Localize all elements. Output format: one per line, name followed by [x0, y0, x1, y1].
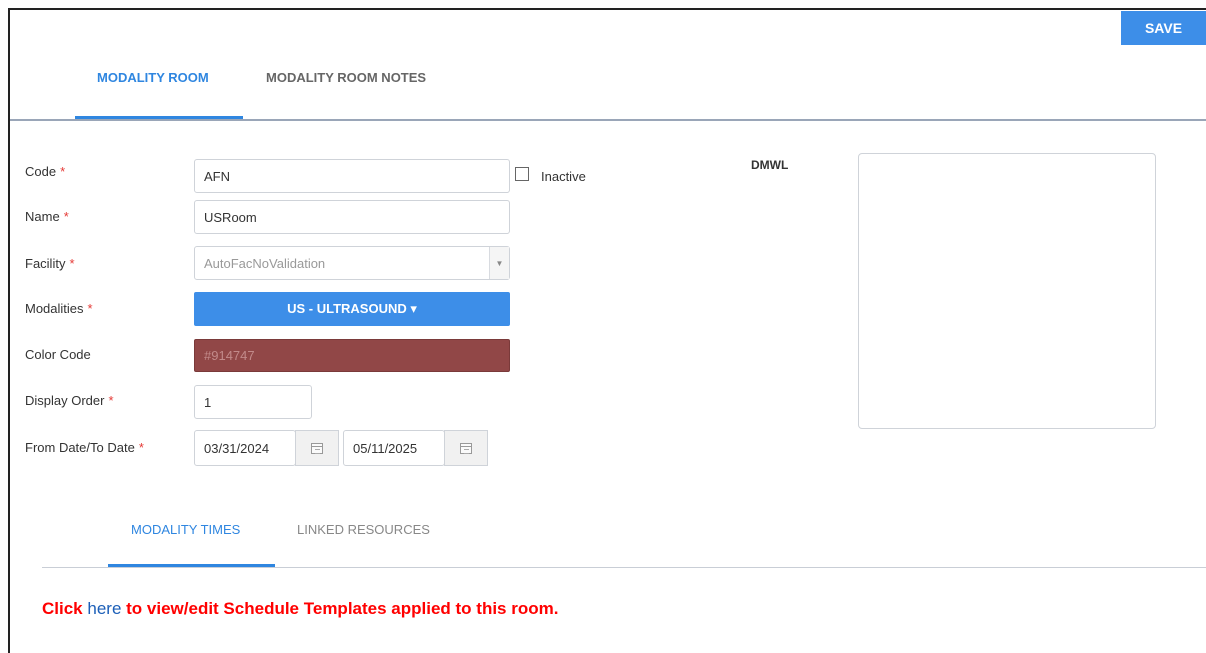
to-date-calendar-button[interactable] [444, 430, 488, 466]
tabs-divider [10, 119, 1206, 121]
chevron-down-icon[interactable]: ▼ [489, 247, 509, 279]
inactive-checkbox[interactable] [515, 167, 529, 181]
facility-label: Facility * [25, 256, 75, 271]
save-button[interactable]: SAVE [1121, 11, 1206, 45]
schedule-templates-message: Click here to view/edit Schedule Templat… [42, 599, 558, 619]
modalities-label: Modalities * [25, 301, 93, 316]
code-input[interactable]: AFN [194, 159, 510, 193]
tab-linked-resources[interactable]: LINKED RESOURCES [297, 522, 430, 537]
code-label: Code * [25, 164, 66, 179]
from-to-date-label: From Date/To Date * [25, 440, 144, 455]
color-code-input[interactable]: #914747 [194, 339, 510, 372]
inactive-label: Inactive [541, 169, 586, 184]
facility-value: AutoFacNoValidation [204, 255, 326, 271]
from-date-calendar-button[interactable] [295, 430, 339, 466]
display-order-input[interactable]: 1 [194, 385, 312, 419]
tab-modality-room-notes[interactable]: MODALITY ROOM NOTES [266, 70, 426, 85]
from-date-input[interactable]: 03/31/2024 [194, 430, 296, 466]
tab-modality-times[interactable]: MODALITY TIMES [131, 522, 240, 537]
calendar-icon [311, 442, 323, 454]
color-code-label: Color Code [25, 347, 91, 362]
facility-select[interactable]: AutoFacNoValidation ▼ [194, 246, 510, 280]
tab-modality-room[interactable]: MODALITY ROOM [97, 70, 209, 85]
to-date-input[interactable]: 05/11/2025 [343, 430, 445, 466]
dmwl-textarea[interactable] [858, 153, 1156, 429]
footer-prefix: Click [42, 599, 83, 618]
dmwl-label: DMWL [751, 158, 789, 172]
subtabs-divider [42, 567, 1206, 568]
footer-suffix: to view/edit Schedule Templates applied … [126, 599, 559, 618]
here-link[interactable]: here [87, 599, 121, 618]
name-input[interactable]: USRoom [194, 200, 510, 234]
modalities-dropdown-button[interactable]: US - ULTRASOUND ▾ [194, 292, 510, 326]
name-label: Name * [25, 209, 69, 224]
display-order-label: Display Order * [25, 393, 114, 408]
calendar-icon [460, 442, 472, 454]
